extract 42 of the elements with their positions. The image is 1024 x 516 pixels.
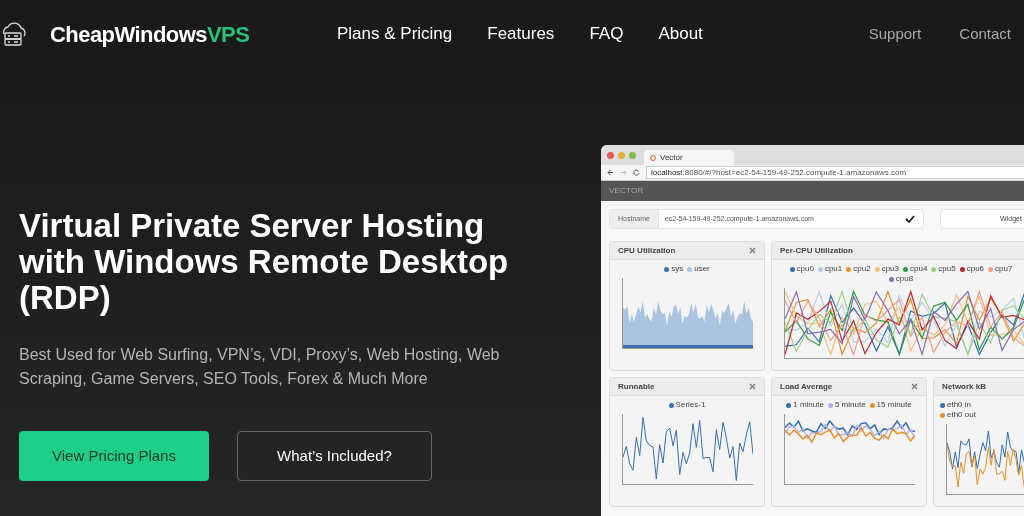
legend-label: sys <box>671 264 684 274</box>
nav-link[interactable]: About <box>658 21 703 47</box>
legend-label: cpu1 <box>824 264 843 274</box>
legend-label: eth0 out <box>947 410 976 420</box>
panel-title: Load Average <box>780 380 833 393</box>
browser-tab[interactable]: Vector <box>644 150 734 165</box>
panel-title: Per-CPU Utilization <box>780 244 853 257</box>
legend-label: cpu5 <box>938 264 956 274</box>
legend-label: cpu0 <box>796 264 814 274</box>
pricing-button[interactable]: View Pricing Plans <box>19 431 209 481</box>
hero-title: Virtual Private Server Hosting with Windows Remote Desktop (RDP) <box>19 208 510 316</box>
close-icon[interactable] <box>749 247 756 254</box>
app-title: VECTOR <box>609 185 644 197</box>
nav-link[interactable]: Contact <box>959 22 1011 46</box>
nav-link[interactable]: FAQ <box>589 21 624 47</box>
legend-label: eth0 in <box>947 400 972 410</box>
legend-label: cpu8 <box>895 274 914 284</box>
address-bar[interactable]: localhost:8080/#/?host=ec2-54-159-49-252.compute-1.amazonaws.com <box>646 166 1024 179</box>
legend-label: cpu7 <box>995 264 1013 274</box>
legend-label: Series-1 <box>675 400 706 410</box>
legend-label: 15 minute <box>876 400 912 410</box>
panel-title: Network kB <box>942 380 986 393</box>
close-icon[interactable] <box>911 383 918 390</box>
close-icon[interactable] <box>749 383 756 390</box>
legend-label: cpu4 <box>910 264 928 274</box>
nav-link[interactable]: Support <box>868 22 922 46</box>
back-icon[interactable] <box>607 169 614 176</box>
included-button[interactable]: What’s Included? <box>237 431 432 481</box>
panel-title: CPU Utilization <box>618 244 676 257</box>
nav-link[interactable]: Plans & Pricing <box>337 21 453 47</box>
legend-label: 1 minute <box>793 400 824 410</box>
reload-icon[interactable] <box>633 169 640 176</box>
legend-label: cpu2 <box>853 264 871 274</box>
legend-label: user <box>694 264 710 274</box>
panel-title: Runnable <box>618 380 655 393</box>
check-icon <box>905 215 915 223</box>
legend-label: cpu6 <box>966 264 985 274</box>
legend-label: cpu3 <box>881 264 899 274</box>
nav-link[interactable]: Features <box>487 21 555 47</box>
logo-text[interactable]: CheapWindowsVPS <box>50 17 250 51</box>
legend-label: 5 minute <box>834 400 866 410</box>
hero-subtitle: Best Used for Web Surfing, VPN’s, VDI, Proxy’s, Web Hosting, Web Scraping, Game Servers, SEO Tools, Forex & Much More <box>19 345 501 389</box>
